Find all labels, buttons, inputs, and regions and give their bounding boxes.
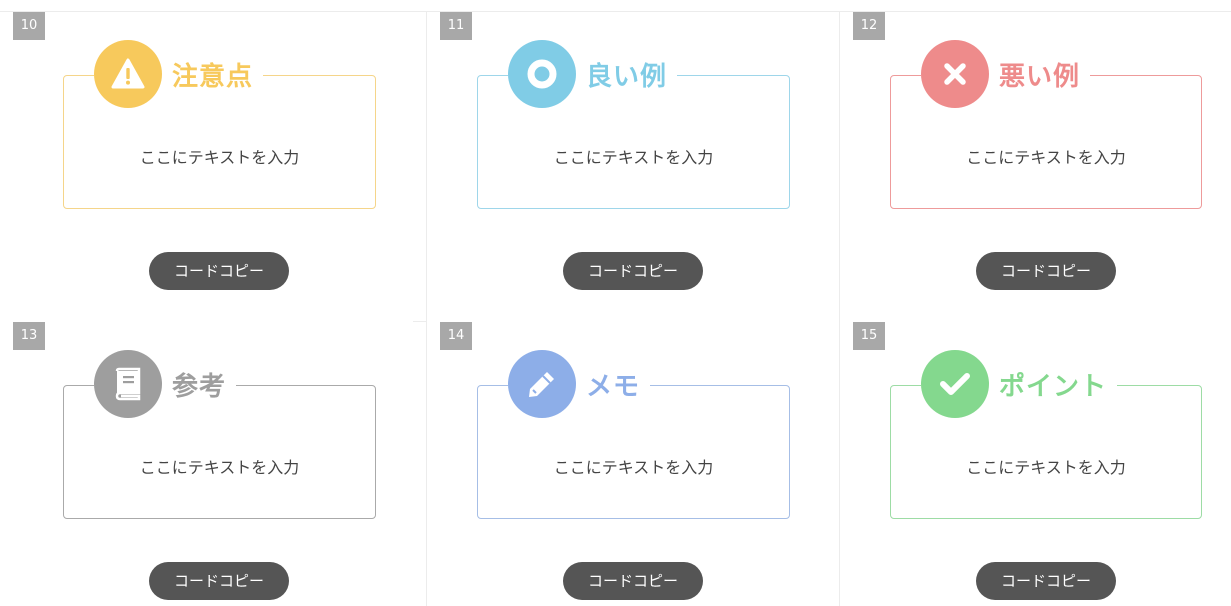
card-number: 10 (13, 12, 45, 40)
code-copy-button[interactable]: コードコピー (149, 252, 289, 290)
box-title: 良い例 (586, 61, 668, 92)
template-card: 11 良い例 ここにテキストを入力 コードコピー (427, 12, 839, 322)
check-icon (940, 373, 970, 395)
box-text: ここにテキストを入力 (553, 148, 714, 167)
box-header: 良い例 (508, 40, 678, 108)
template-card: 10 注意点 ここにテキストを入力 コードコピー (0, 12, 413, 322)
icon-circle (508, 40, 576, 108)
template-card: 14 メモ ここにテキストを入力 コードコピー (427, 322, 839, 606)
template-card: 15 ポイント ここにテキストを入力 コードコピー (840, 322, 1231, 606)
card-number: 13 (13, 322, 45, 350)
icon-circle (921, 40, 989, 108)
box-text: ここにテキストを入力 (966, 148, 1126, 167)
code-copy-button[interactable]: コードコピー (976, 252, 1116, 290)
box-header: 注意点 (94, 40, 264, 108)
book-icon (115, 367, 141, 401)
box-header: メモ (508, 350, 651, 418)
reference-box: 参考 ここにテキストを入力 (63, 350, 376, 519)
box-text: ここにテキストを入力 (966, 458, 1126, 477)
icon-circle (508, 350, 576, 418)
point-box: ポイント ここにテキストを入力 (890, 350, 1202, 519)
icon-circle (921, 350, 989, 418)
box-text: ここにテキストを入力 (139, 458, 300, 477)
caution-box: 注意点 ここにテキストを入力 (63, 40, 376, 209)
x-icon (944, 63, 966, 85)
bad-example-box: 悪い例 ここにテキストを入力 (890, 40, 1202, 209)
code-copy-button[interactable]: コードコピー (563, 252, 703, 290)
box-header: ポイント (921, 350, 1118, 418)
box-title: 悪い例 (999, 61, 1081, 92)
good-example-box: 良い例 ここにテキストを入力 (477, 40, 790, 209)
memo-box: メモ ここにテキストを入力 (477, 350, 790, 519)
card-number: 14 (440, 322, 472, 350)
warning-icon (111, 58, 145, 89)
box-text: ここにテキストを入力 (553, 458, 714, 477)
box-header: 悪い例 (921, 40, 1091, 108)
box-title: メモ (586, 371, 641, 402)
card-number: 11 (440, 12, 472, 40)
circle-o-icon (527, 59, 557, 89)
card-number: 12 (853, 12, 885, 40)
code-copy-button[interactable]: コードコピー (149, 562, 289, 600)
icon-circle (94, 40, 162, 108)
box-template-grid: 10 注意点 ここにテキストを入力 コードコピー 11 良い例 ここにテキストを… (0, 0, 1231, 606)
box-title: ポイント (999, 371, 1108, 402)
icon-circle (94, 350, 162, 418)
box-text: ここにテキストを入力 (139, 148, 300, 167)
code-copy-button[interactable]: コードコピー (563, 562, 703, 600)
box-title: 参考 (172, 371, 227, 402)
template-card: 12 悪い例 ここにテキストを入力 コードコピー (840, 12, 1231, 322)
box-header: 参考 (94, 350, 237, 418)
box-title: 注意点 (172, 61, 254, 92)
card-number: 15 (853, 322, 885, 350)
template-card: 13 参考 ここにテキストを入力 コードコピー (0, 322, 413, 606)
code-copy-button[interactable]: コードコピー (976, 562, 1116, 600)
pencil-icon (529, 372, 554, 397)
